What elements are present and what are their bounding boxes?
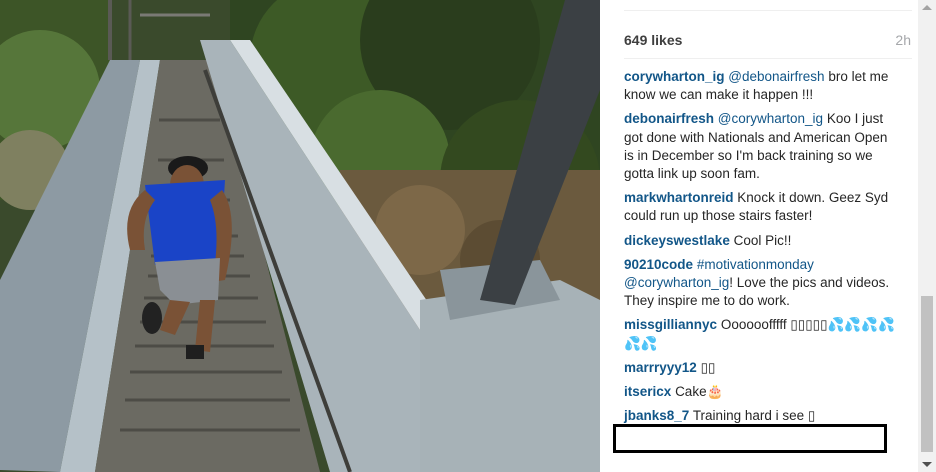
- highlight-box: [613, 424, 887, 453]
- comment-username[interactable]: missgilliannyc: [624, 317, 717, 332]
- scroll-down-icon[interactable]: [922, 462, 932, 467]
- comment-item: missgilliannyc Oooooofffff ▯▯▯▯▯💦💦💦💦💦💦: [624, 316, 898, 352]
- comment-item: markwhartonreid Knock it down. Geez Syd …: [624, 189, 898, 225]
- comment-username[interactable]: jbanks8_7: [624, 408, 689, 423]
- stats-divider: [624, 58, 912, 59]
- comment-item: marrryyy12 ▯▯: [624, 359, 898, 377]
- scroll-up-icon[interactable]: [922, 5, 932, 10]
- comment-item: dickeyswestlake Cool Pic!!: [624, 232, 898, 250]
- comment-username[interactable]: corywharton_ig: [624, 69, 725, 84]
- comment-mention[interactable]: @corywharton_ig: [718, 111, 823, 126]
- comment-username[interactable]: dickeyswestlake: [624, 233, 730, 248]
- comment-text: Cake🎂: [675, 384, 724, 400]
- post-stats: 649 likes 2h: [624, 32, 912, 50]
- comment-username[interactable]: debonairfresh: [624, 111, 714, 126]
- comment-text: ▯▯: [700, 359, 716, 375]
- scrollbar[interactable]: [918, 0, 936, 472]
- comment-username[interactable]: markwhartonreid: [624, 190, 734, 205]
- top-divider: [624, 10, 912, 11]
- likes-count[interactable]: 649 likes: [624, 32, 682, 48]
- post-time[interactable]: 2h: [895, 32, 911, 48]
- comment-item: debonairfresh @corywharton_ig Koo I just…: [624, 110, 898, 183]
- comment-mention[interactable]: @debonairfresh: [728, 69, 824, 84]
- comment-username[interactable]: itsericx: [624, 384, 671, 399]
- comment-username[interactable]: 90210code: [624, 257, 693, 272]
- comment-text: Training hard i see ▯: [692, 408, 816, 424]
- comment-item: itsericx Cake🎂: [624, 383, 898, 401]
- comment-item: corywharton_ig @debonairfresh bro let me…: [624, 68, 898, 104]
- comment-item-highlighted: jbanks8_7 Training hard i see ▯: [624, 407, 898, 425]
- post-video[interactable]: [0, 0, 600, 472]
- comment-list: corywharton_ig @debonairfresh bro let me…: [624, 68, 898, 431]
- comment-text: Cool Pic!!: [733, 232, 792, 248]
- comment-item: 90210code #motivationmonday @corywharton…: [624, 256, 898, 311]
- comments-panel: 649 likes 2h corywharton_ig @debonairfre…: [600, 0, 936, 472]
- comment-username[interactable]: marrryyy12: [624, 360, 697, 375]
- scrollbar-thumb[interactable]: [921, 296, 933, 452]
- video-frame: [0, 0, 600, 472]
